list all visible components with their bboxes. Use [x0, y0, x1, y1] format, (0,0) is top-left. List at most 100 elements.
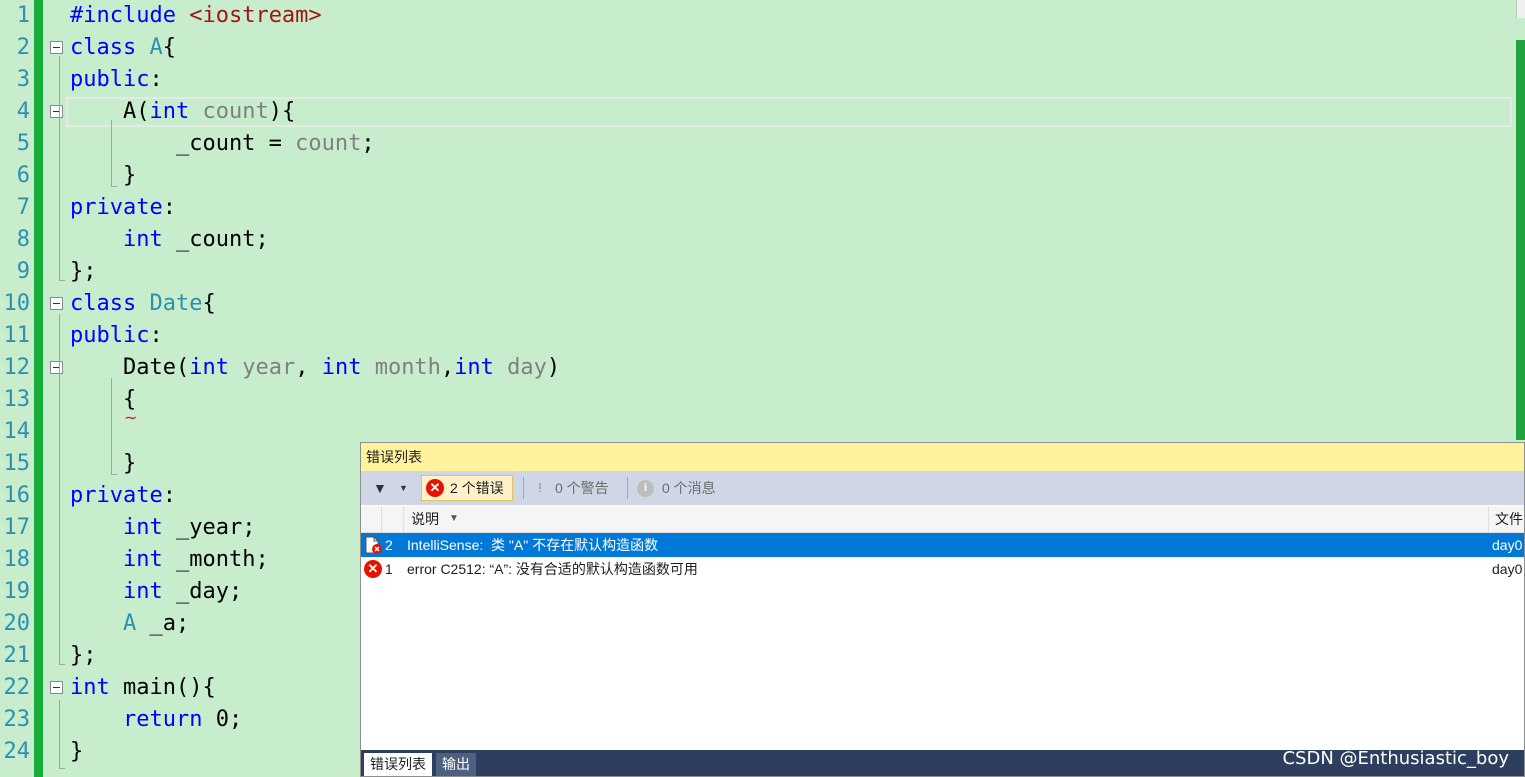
code-line[interactable]: 11 public: [0, 320, 1520, 352]
code-line[interactable]: 13 { [0, 384, 1520, 416]
collapse-icon[interactable] [50, 681, 63, 694]
line-number: 24 [3, 739, 31, 764]
line-number: 20 [3, 611, 31, 636]
line-number: 19 [3, 579, 31, 604]
code-line[interactable]: 7 private: [0, 192, 1520, 224]
code-token: count [295, 131, 362, 156]
line-number: 4 [16, 99, 30, 124]
error-list-header: 说明 ▼ 文件 [361, 506, 1524, 533]
code-token: , [295, 355, 322, 380]
code-text: } [70, 160, 136, 192]
chevron-down-icon[interactable]: ▼ [399, 475, 408, 501]
code-text: _count = count; [70, 128, 375, 160]
outline-guide [59, 700, 60, 768]
line-number: 1 [16, 3, 30, 28]
code-text: #include <iostream> [70, 0, 322, 32]
code-line[interactable]: 10 class Date{ [0, 288, 1520, 320]
errors-count-label: 2 个错误 [450, 480, 504, 496]
column-header-file[interactable]: 文件 [1495, 506, 1523, 532]
code-line[interactable]: 3 public: [0, 64, 1520, 96]
messages-count-label: 0 个消息 [662, 480, 716, 496]
code-line[interactable]: 4 A(int count){ [0, 96, 1520, 128]
code-line[interactable]: 8 int _count; [0, 224, 1520, 256]
tab-output[interactable]: 输出 [436, 753, 476, 776]
code-line[interactable]: 9}; [0, 256, 1520, 288]
messages-filter-button[interactable]: i 0 个消息 [637, 475, 716, 501]
code-text: public: [70, 64, 163, 96]
intellisense-error-icon [364, 536, 382, 554]
column-header-description[interactable]: 说明 [411, 506, 439, 532]
collapse-icon[interactable] [50, 361, 63, 374]
code-token: class [70, 35, 150, 60]
error-list-toolbar: ▼ ▼ ✕ 2 个错误 ! 0 个警告 i 0 个消息 [361, 471, 1524, 505]
error-row[interactable]: ✕ 1 error C2512: “A”: 没有合适的默认构造函数可用 day0 [361, 557, 1524, 581]
collapse-icon[interactable] [50, 297, 63, 310]
warnings-filter-button[interactable]: ! 0 个警告 [533, 475, 609, 501]
collapse-icon[interactable] [50, 41, 63, 54]
outline-guide-end [59, 664, 65, 665]
code-token: _a; [136, 611, 190, 636]
code-line[interactable]: 5 _count = count; [0, 128, 1520, 160]
error-description: IntelliSense: 类 "A" 不存在默认构造函数 [407, 537, 659, 553]
code-text: int _count; [70, 224, 269, 256]
code-token: 0; [202, 707, 243, 732]
code-text: int _year; [70, 512, 255, 544]
line-number: 13 [3, 387, 31, 412]
errors-filter-button[interactable]: ✕ 2 个错误 [421, 475, 513, 501]
outline-guide-end [59, 768, 65, 769]
code-token: { [202, 291, 216, 316]
line-number: 12 [3, 355, 31, 380]
code-line[interactable]: 1 #include <iostream> [0, 0, 1520, 32]
collapse-icon[interactable] [50, 105, 63, 118]
error-icon: ✕ [426, 479, 444, 497]
line-number: 18 [3, 547, 31, 572]
code-token: _day; [162, 579, 243, 604]
code-line[interactable]: 6 } [0, 160, 1520, 192]
code-token: main(){ [109, 675, 216, 700]
outline-guide [111, 120, 112, 186]
tab-error-list[interactable]: 错误列表 [364, 753, 432, 776]
line-number: 5 [16, 131, 30, 156]
error-row[interactable]: 2 IntelliSense: 类 "A" 不存在默认构造函数 day0 [361, 533, 1524, 557]
line-number: 2 [16, 35, 30, 60]
code-token: : [162, 195, 176, 220]
code-token: int [70, 675, 110, 700]
code-token: int [122, 227, 163, 252]
code-token: _year; [162, 515, 256, 540]
code-token: month [361, 355, 441, 380]
line-number: 21 [3, 643, 31, 668]
code-token: _month; [162, 547, 269, 572]
error-file: day0 [1492, 561, 1523, 577]
outline-guide [111, 378, 112, 474]
filter-icon[interactable]: ▼ [373, 475, 387, 501]
code-line[interactable]: 12 Date(int year, int month,int day) [0, 352, 1520, 384]
code-token: : [149, 67, 163, 92]
code-token: { [162, 35, 176, 60]
code-token: : [149, 323, 163, 348]
code-token: : [162, 483, 176, 508]
warning-icon: ! [538, 480, 542, 495]
warnings-count-label: 0 个警告 [555, 480, 609, 496]
code-token: private [70, 195, 163, 220]
code-token: ; [361, 131, 375, 156]
line-number: 22 [3, 675, 31, 700]
watermark: CSDN @Enthusiastic_boy [1282, 748, 1509, 769]
code-text: private: [70, 192, 176, 224]
code-line[interactable]: 2 class A{ [0, 32, 1520, 64]
code-token: , [440, 355, 455, 380]
outline-guide-end [111, 474, 117, 475]
code-token: int [189, 355, 229, 380]
code-token: count [189, 99, 269, 124]
line-number: 15 [3, 451, 31, 476]
error-code: 2 [385, 537, 393, 553]
code-text: Date(int year, int month,int day) [70, 352, 560, 384]
outline-guide [59, 314, 60, 664]
error-list-panel: 错误列表 ▼ ▼ ✕ 2 个错误 ! 0 个警告 i 0 个消息 说明 ▼ 文件 [360, 442, 1525, 777]
outline-guide [59, 56, 60, 280]
outline-guide-end [111, 186, 117, 187]
code-token: class [70, 291, 150, 316]
code-text: } [70, 448, 136, 480]
